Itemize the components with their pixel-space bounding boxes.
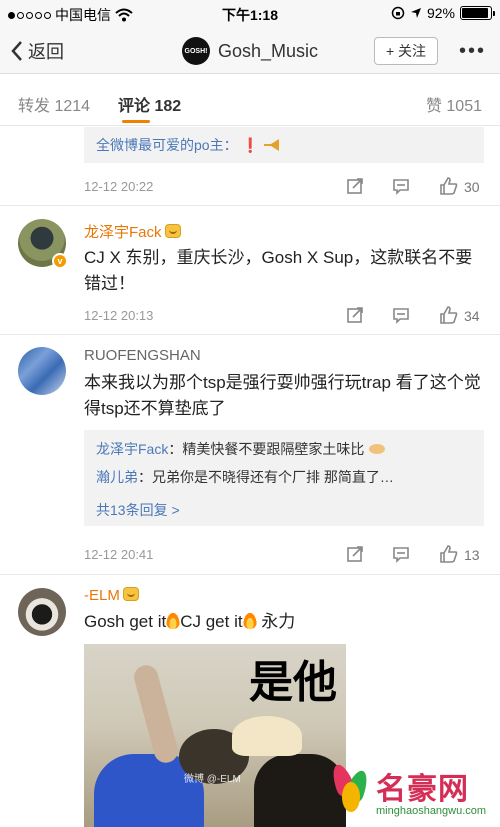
comment-text: Gosh get it CJ get it 永力 [84, 609, 484, 635]
divider [0, 574, 500, 575]
rotation-lock-icon [391, 6, 405, 20]
back-button[interactable]: 返回 [10, 38, 64, 64]
comment-text-part: 永力 [256, 612, 296, 631]
member-crown-icon [164, 224, 181, 238]
meme-caption: 是他 [249, 657, 337, 708]
status-right: 92% [391, 5, 495, 21]
site-watermark: 名豪网 minghaoshangwu.com [328, 760, 500, 827]
share-icon[interactable] [346, 306, 364, 324]
reply-author[interactable]: 瀚儿弟 [96, 469, 138, 485]
commenter-name[interactable]: RUOFENGSHAN [84, 347, 201, 364]
more-menu-button[interactable]: ••• [459, 40, 486, 63]
like-count: 13 [464, 547, 480, 563]
comment-image[interactable]: 是他 微博 @-ELM [84, 644, 346, 827]
divider [0, 205, 500, 206]
comment-text-part: Gosh get it [84, 612, 167, 631]
avatar[interactable] [18, 347, 66, 395]
fire-emoji-icon [242, 612, 257, 629]
avatar[interactable] [18, 588, 66, 636]
comment-icon[interactable] [392, 306, 410, 324]
commenter-name[interactable]: 龙泽宇Fack [84, 221, 181, 242]
comment-feed[interactable]: 全微博最可爱的po主： ❗ 12-12 20:22 30 v 龙泽宇Fack C… [0, 127, 500, 827]
reply-thread[interactable]: 龙泽宇Fack：精美快餐不要跟隔壁家土味比 瀚儿弟：兄弟你是不晓得还有个厂排 那… [84, 430, 484, 526]
battery-icon [460, 6, 495, 20]
status-bar: 中国电信 下午1:18 92% [0, 0, 500, 28]
comment-text-part: CJ get it [180, 612, 243, 631]
reply-text: 全微博最可爱的po主： [96, 137, 238, 153]
like-count: 30 [464, 179, 480, 195]
reply-text: ：精美快餐不要跟隔壁家土味比 [168, 441, 365, 457]
meme-figure [232, 716, 302, 756]
share-icon[interactable] [346, 177, 364, 195]
comment-time: 12-12 20:22 [84, 179, 154, 194]
handshake-emoji-icon [369, 444, 386, 454]
account-logo: GOSH! [182, 37, 210, 65]
share-icon[interactable] [346, 545, 364, 563]
post-tabs: 转发 1214 评论 182 赞 1051 [0, 74, 500, 126]
member-crown-icon [122, 587, 139, 601]
reply-line: 瀚儿弟：兄弟你是不晓得还有个厂排 那简直了… [96, 467, 394, 487]
divider [0, 334, 500, 335]
chevron-left-icon [11, 41, 22, 61]
site-watermark-url: minghaoshangwu.com [376, 805, 487, 817]
comment-text: CJ X 东别，重庆长沙，Gosh X Sup，这款联名不要错过！ [84, 248, 473, 293]
nav-title[interactable]: GOSH! Gosh_Music [182, 37, 318, 65]
commenter-name-text: 龙泽宇Fack [84, 224, 162, 241]
comment-icon[interactable] [392, 177, 410, 195]
fire-emoji-icon [166, 612, 181, 629]
battery-percent: 92% [426, 5, 455, 21]
tab-likes[interactable]: 赞 1051 [426, 92, 482, 116]
follow-button[interactable]: + 关注 [374, 37, 438, 65]
back-label: 返回 [28, 42, 64, 62]
view-all-replies-link[interactable]: 共13条回复 > [96, 500, 180, 520]
reply-author[interactable]: 龙泽宇Fack [96, 441, 168, 457]
like-count: 34 [464, 308, 480, 324]
account-name: Gosh_Music [218, 40, 319, 61]
previous-reply-snippet[interactable]: 全微博最可爱的po主： ❗ [84, 127, 484, 163]
commenter-name-text: -ELM [84, 587, 120, 604]
comment-text: 本来我以为那个tsp是强行耍帅强行玩trap 看了这个觉得tsp还不算垫底了 [84, 373, 481, 418]
site-logo-icon [328, 761, 372, 814]
image-watermark: 微博 @-ELM [184, 774, 241, 785]
reply-line: 龙泽宇Fack：精美快餐不要跟隔壁家土味比 [96, 439, 386, 459]
tab-reposts[interactable]: 转发 1214 [18, 92, 90, 116]
nav-bar: 返回 GOSH! Gosh_Music + 关注 ••• [0, 28, 500, 74]
site-watermark-name: 名豪网 [376, 773, 469, 806]
comment-icon[interactable] [392, 545, 410, 563]
location-icon [410, 8, 421, 18]
comment-meta: 12-12 20:13 34 [84, 305, 488, 327]
thumbs-up-icon[interactable] [439, 305, 459, 325]
reply-text: ：兄弟你是不晓得还有个厂排 那简直了… [138, 469, 394, 485]
thumbs-up-icon[interactable] [439, 544, 459, 564]
thumbs-up-icon[interactable] [439, 176, 459, 196]
verified-badge-icon: v [52, 253, 68, 269]
trumpet-emoji-icon [263, 139, 279, 151]
meme-figure [131, 662, 181, 766]
exclamation-emoji: ❗ [241, 137, 259, 153]
commenter-name[interactable]: -ELM [84, 587, 139, 604]
tab-comments[interactable]: 评论 182 [118, 92, 181, 116]
active-tab-indicator [122, 120, 150, 123]
comment-meta: 12-12 20:41 13 [84, 544, 488, 566]
comment-time: 12-12 20:13 [84, 308, 154, 323]
comment-time: 12-12 20:41 [84, 547, 154, 562]
comment-meta: 12-12 20:22 30 [84, 176, 488, 198]
